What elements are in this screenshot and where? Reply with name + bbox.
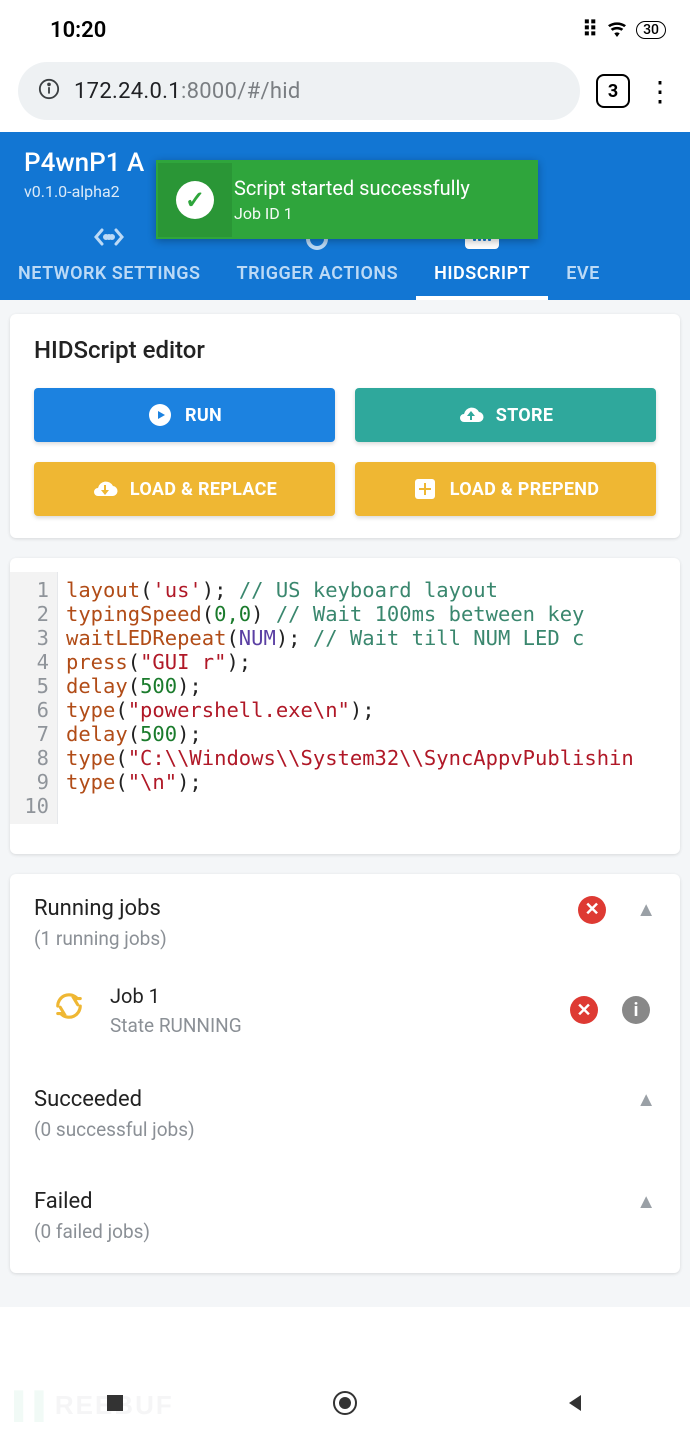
check-icon: ✓	[176, 181, 214, 219]
store-button[interactable]: STORE	[355, 388, 656, 442]
tab-label: NETWORK SETTINGS	[18, 263, 201, 284]
tab-label: EVE	[566, 263, 600, 284]
job-row: Job 1 State RUNNING ✕ i	[34, 958, 656, 1047]
sync-icon	[54, 991, 84, 1029]
play-icon	[147, 402, 173, 428]
section-title: Succeeded	[34, 1087, 195, 1112]
code-icon	[93, 221, 125, 253]
button-label: RUN	[185, 405, 222, 426]
events-icon	[580, 221, 587, 253]
add-box-icon	[412, 476, 438, 502]
editor-title: HIDScript editor	[34, 336, 656, 364]
wifi-icon	[606, 18, 628, 43]
button-label: LOAD & REPLACE	[130, 479, 277, 500]
tabs-button[interactable]: 3	[596, 74, 630, 108]
toast-notification: ✓ Script started successfully Job ID 1	[156, 160, 538, 239]
job-info-button[interactable]: i	[622, 996, 650, 1024]
cloud-upload-icon	[458, 402, 484, 428]
section-subtitle: (0 successful jobs)	[34, 1118, 195, 1141]
overflow-menu-icon[interactable]: ⋮	[646, 75, 672, 108]
status-time: 10:20	[50, 18, 106, 43]
chevron-up-icon[interactable]: ▲	[636, 1189, 656, 1214]
cloud-download-icon	[92, 476, 118, 502]
tab-events[interactable]: EVE	[548, 211, 604, 300]
code-area[interactable]: layout('us'); // US keyboard layouttypin…	[58, 572, 680, 824]
back-button[interactable]	[561, 1389, 589, 1417]
button-label: STORE	[496, 405, 554, 426]
browser-toolbar: 172.24.0.1:8000/#/hid 3 ⋮	[0, 50, 690, 132]
succeeded-jobs-header[interactable]: Succeeded (0 successful jobs) ▲	[34, 1087, 656, 1149]
load-prepend-button[interactable]: LOAD & PREPEND	[355, 462, 656, 516]
running-jobs-header[interactable]: Running jobs (1 running jobs) ✕ ▲	[34, 896, 656, 958]
home-button[interactable]	[331, 1389, 359, 1417]
page-body: HIDScript editor RUN STORE LOAD & REPLAC…	[0, 300, 690, 1307]
code-gutter: 12345678910	[10, 572, 58, 824]
tab-label: TRIGGER ACTIONS	[237, 263, 399, 284]
job-state: State RUNNING	[110, 1014, 242, 1037]
toast-title: Script started successfully	[234, 176, 470, 200]
section-title: Running jobs	[34, 896, 167, 921]
toast-subtitle: Job ID 1	[234, 204, 470, 223]
signal-icon: ⠿	[582, 18, 598, 43]
url-bar[interactable]: 172.24.0.1:8000/#/hid	[18, 62, 580, 120]
failed-jobs-header[interactable]: Failed (0 failed jobs) ▲	[34, 1189, 656, 1251]
recents-button[interactable]	[101, 1389, 129, 1417]
section-title: Failed	[34, 1189, 150, 1214]
editor-card: HIDScript editor RUN STORE LOAD & REPLAC…	[10, 314, 680, 538]
chevron-up-icon[interactable]: ▲	[636, 897, 656, 922]
url-text: 172.24.0.1:8000/#/hid	[74, 79, 301, 104]
cancel-job-button[interactable]: ✕	[570, 996, 598, 1024]
status-icons: ⠿ 30	[582, 18, 666, 43]
battery-icon: 30	[636, 21, 666, 39]
jobs-card: Running jobs (1 running jobs) ✕ ▲ Job 1 …	[10, 874, 680, 1273]
code-editor[interactable]: 12345678910 layout('us'); // US keyboard…	[10, 558, 680, 854]
cancel-all-button[interactable]: ✕	[578, 896, 606, 924]
load-replace-button[interactable]: LOAD & REPLACE	[34, 462, 335, 516]
section-subtitle: (0 failed jobs)	[34, 1220, 150, 1243]
info-icon[interactable]	[38, 78, 60, 104]
system-nav-bar	[0, 1371, 690, 1435]
section-subtitle: (1 running jobs)	[34, 927, 167, 950]
button-label: LOAD & PREPEND	[450, 479, 600, 500]
chevron-up-icon[interactable]: ▲	[636, 1087, 656, 1112]
tab-label: HIDSCRIPT	[434, 263, 530, 284]
run-button[interactable]: RUN	[34, 388, 335, 442]
status-bar: 10:20 ⠿ 30	[0, 0, 690, 50]
job-title: Job 1	[110, 984, 242, 1008]
